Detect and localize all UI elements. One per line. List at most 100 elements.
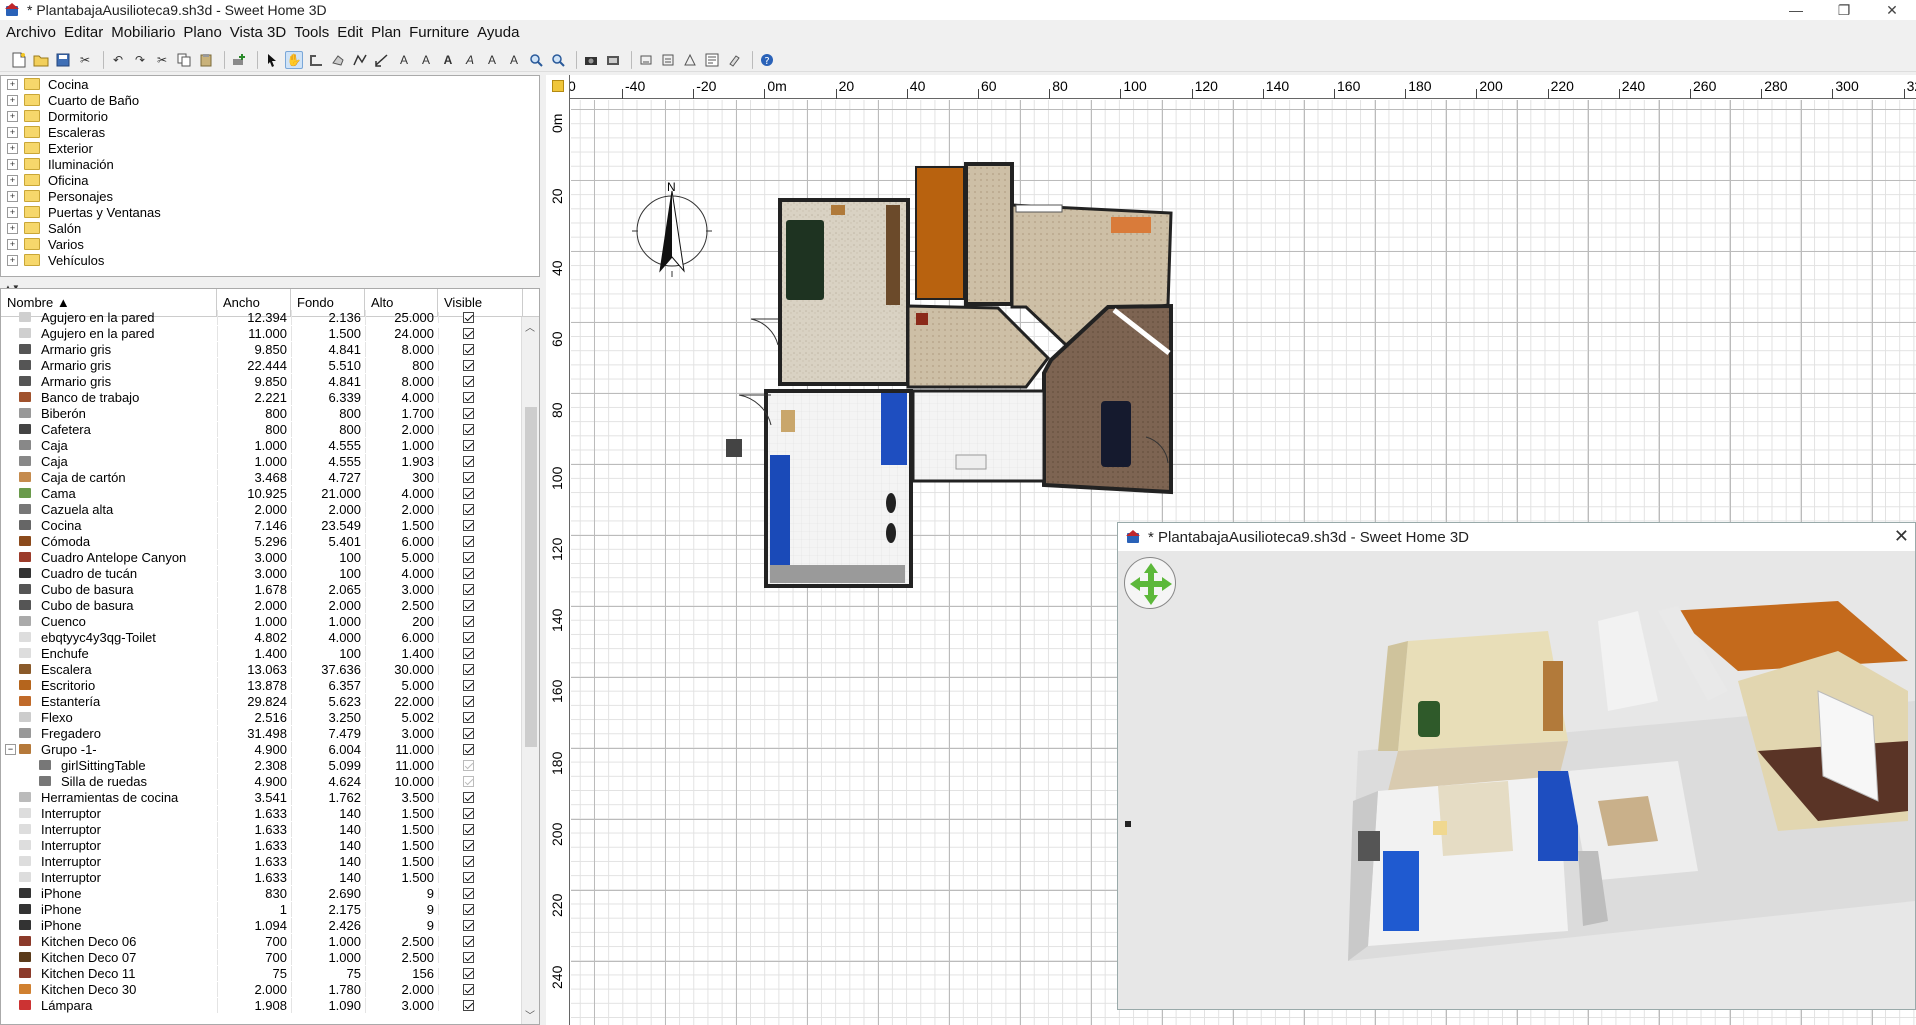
pan-mode-icon[interactable]: ✋ xyxy=(285,50,303,69)
zoom-out-icon[interactable] xyxy=(549,51,567,69)
visible-checkbox[interactable] xyxy=(463,647,474,659)
catalog-category[interactable]: + Cocina xyxy=(1,76,539,92)
furniture-row[interactable]: Fregadero 31.498 7.479 3.000 xyxy=(1,725,539,741)
furniture-row[interactable]: Agujero en la pared 12.394 2.136 25.000 xyxy=(1,309,539,325)
expand-icon[interactable]: + xyxy=(7,126,18,138)
staircase[interactable] xyxy=(915,166,965,300)
scrollbar-thumb[interactable] xyxy=(525,407,537,747)
expand-icon[interactable]: + xyxy=(7,190,18,202)
furniture-row[interactable]: Armario gris 9.850 4.841 8.000 xyxy=(1,341,539,357)
menu-edit[interactable]: Edit xyxy=(333,24,367,41)
visible-checkbox[interactable] xyxy=(463,983,474,995)
furniture-row[interactable]: Banco de trabajo 2.221 6.339 4.000 xyxy=(1,389,539,405)
scroll-up-icon[interactable]: ︿ xyxy=(525,319,535,334)
furniture-row[interactable]: Cuadro Antelope Canyon 3.000 100 5.000 xyxy=(1,549,539,565)
3d-sofa[interactable] xyxy=(1418,701,1440,737)
furniture-row[interactable]: ebqtyyc4y3qg-Toilet 4.802 4.000 6.000 xyxy=(1,629,539,645)
create-polylines-icon[interactable] xyxy=(351,51,369,69)
furniture-row[interactable]: Herramientas de cocina 3.541 1.762 3.500 xyxy=(1,789,539,805)
visible-checkbox[interactable] xyxy=(463,839,474,851)
furniture-row[interactable]: Interruptor 1.633 140 1.500 xyxy=(1,837,539,853)
furniture-row[interactable]: Cuenco 1.000 1.000 200 xyxy=(1,613,539,629)
visible-checkbox[interactable] xyxy=(463,711,474,723)
visible-checkbox[interactable] xyxy=(463,743,474,755)
undo-icon[interactable]: ↶ xyxy=(109,51,127,69)
menu-archivo[interactable]: Archivo xyxy=(2,24,60,41)
furniture-row[interactable]: Kitchen Deco 07 700 1.000 2.500 xyxy=(1,949,539,965)
menu-vista-3d[interactable]: Vista 3D xyxy=(226,24,290,41)
catalog-category[interactable]: + Exterior xyxy=(1,140,539,156)
scroll-down-icon[interactable]: ﹀ xyxy=(525,1007,535,1022)
visible-checkbox[interactable] xyxy=(463,663,474,675)
person-figure[interactable] xyxy=(726,439,742,457)
visible-checkbox[interactable] xyxy=(463,855,474,867)
furniture-scrollbar[interactable]: ︿ ﹀ xyxy=(521,317,539,1024)
furniture-row[interactable]: iPhone 1 2.175 9 xyxy=(1,901,539,917)
visible-checkbox[interactable] xyxy=(463,311,474,323)
furniture-row[interactable]: Cazuela alta 2.000 2.000 2.000 xyxy=(1,501,539,517)
visible-checkbox[interactable] xyxy=(463,759,474,771)
visible-checkbox[interactable] xyxy=(463,519,474,531)
visible-checkbox[interactable] xyxy=(463,407,474,419)
create-photo-icon[interactable] xyxy=(582,51,600,69)
menu-ayuda[interactable]: Ayuda xyxy=(473,24,523,41)
bed[interactable] xyxy=(1101,401,1131,467)
menu-mobiliario[interactable]: Mobiliario xyxy=(107,24,179,41)
furniture-row[interactable]: Interruptor 1.633 140 1.500 xyxy=(1,821,539,837)
paste-icon[interactable] xyxy=(197,51,215,69)
create-video-icon[interactable] xyxy=(604,51,622,69)
furniture-row[interactable]: Cafetera 800 800 2.000 xyxy=(1,421,539,437)
furniture-row[interactable]: Interruptor 1.633 140 1.500 xyxy=(1,853,539,869)
open-folder-icon[interactable] xyxy=(32,51,50,69)
catalog-category[interactable]: + Dormitorio xyxy=(1,108,539,124)
furniture-row[interactable]: Cuadro de tucán 3.000 100 4.000 xyxy=(1,565,539,581)
visible-checkbox[interactable] xyxy=(463,695,474,707)
catalog-category[interactable]: + Salón xyxy=(1,220,539,236)
sofa[interactable] xyxy=(786,220,824,300)
furniture-row[interactable]: Cubo de basura 1.678 2.065 3.000 xyxy=(1,581,539,597)
create-dimensions-icon[interactable] xyxy=(373,51,391,69)
zoom-in-icon[interactable] xyxy=(527,51,545,69)
expand-icon[interactable]: + xyxy=(7,158,18,170)
visible-checkbox[interactable] xyxy=(463,359,474,371)
furniture-row[interactable]: Caja 1.000 4.555 1.000 xyxy=(1,437,539,453)
help-icon[interactable]: ? xyxy=(758,51,776,69)
furniture-row[interactable]: Kitchen Deco 11 75 75 156 xyxy=(1,965,539,981)
furniture-row[interactable]: Armario gris 9.850 4.841 8.000 xyxy=(1,373,539,389)
expand-icon[interactable]: + xyxy=(7,222,18,234)
furniture-row[interactable]: Cocina 7.146 23.549 1.500 xyxy=(1,517,539,533)
visible-checkbox[interactable] xyxy=(463,567,474,579)
furniture-row[interactable]: iPhone 1.094 2.426 9 xyxy=(1,917,539,933)
catalog-category[interactable]: + Iluminación xyxy=(1,156,539,172)
furniture-row[interactable]: Caja 1.000 4.555 1.903 xyxy=(1,453,539,469)
furniture-row[interactable]: Cómoda 5.296 5.401 6.000 xyxy=(1,533,539,549)
menu-tools[interactable]: Tools xyxy=(290,24,333,41)
expand-icon[interactable]: + xyxy=(7,94,18,106)
expand-icon[interactable]: + xyxy=(7,110,18,122)
text-italic-icon[interactable]: A xyxy=(461,51,479,69)
visible-checkbox[interactable] xyxy=(463,503,474,515)
3d-view-canvas[interactable] xyxy=(1118,551,1915,1009)
visible-checkbox[interactable] xyxy=(463,535,474,547)
3d-navigation-arrows[interactable] xyxy=(1124,557,1176,609)
plan-preferences-icon[interactable] xyxy=(703,51,721,69)
furniture-row[interactable]: Kitchen Deco 06 700 1.000 2.500 xyxy=(1,933,539,949)
furniture-row[interactable]: Caja de cartón 3.468 4.727 300 xyxy=(1,469,539,485)
catalog-category[interactable]: + Cuarto de Baño xyxy=(1,92,539,108)
visible-checkbox[interactable] xyxy=(463,327,474,339)
3d-view-window[interactable]: * PlantabajaAusilioteca9.sh3d - Sweet Ho… xyxy=(1117,522,1916,1010)
furniture-row[interactable]: Interruptor 1.633 140 1.500 xyxy=(1,869,539,885)
level-corner-icon[interactable] xyxy=(552,80,564,92)
3d-blue-cabinet[interactable] xyxy=(1383,851,1419,931)
catalog-category[interactable]: + Personajes xyxy=(1,188,539,204)
expand-icon[interactable]: + xyxy=(7,174,18,186)
furniture-row[interactable]: Estantería 29.824 5.623 22.000 xyxy=(1,693,539,709)
furniture-row[interactable]: iPhone 830 2.690 9 xyxy=(1,885,539,901)
add-text-icon[interactable]: A xyxy=(395,51,413,69)
visible-checkbox[interactable] xyxy=(463,999,474,1011)
visible-checkbox[interactable] xyxy=(463,935,474,947)
new-file-icon[interactable] xyxy=(10,51,28,69)
visible-checkbox[interactable] xyxy=(463,887,474,899)
house-floor-plan[interactable] xyxy=(726,162,1173,588)
menu-plano[interactable]: Plano xyxy=(179,24,225,41)
